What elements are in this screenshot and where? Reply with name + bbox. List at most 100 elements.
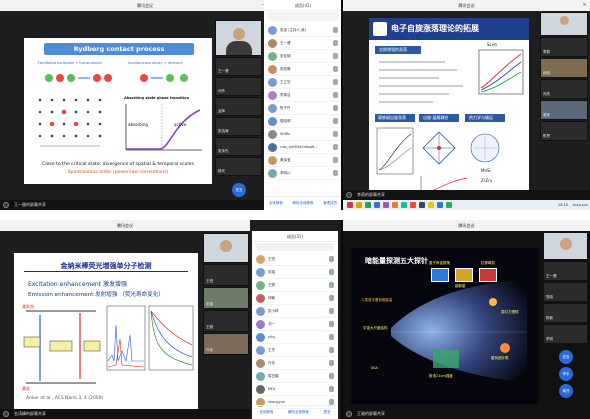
slide-title: Rydberg contact process bbox=[73, 45, 165, 53]
taskbar-app-icon[interactable] bbox=[410, 202, 416, 208]
label-absorbing: absorbing bbox=[128, 122, 148, 127]
slide-logo-icon bbox=[373, 22, 387, 36]
participant-row[interactable]: 李清洁 bbox=[264, 89, 342, 102]
participant-row[interactable]: 许伟 bbox=[252, 357, 338, 370]
participant-row[interactable]: 王一健 bbox=[264, 37, 342, 50]
taskbar: 15:10 2022/1/20 bbox=[343, 200, 590, 210]
participant-row[interactable]: 李明川 bbox=[264, 167, 342, 180]
video-tile-presenter[interactable] bbox=[543, 232, 588, 260]
participant-row[interactable]: rust_xjzf00d5dkaa8... bbox=[264, 141, 342, 154]
leave-button[interactable]: 离开 bbox=[559, 384, 573, 398]
video-tile[interactable]: 陈新 bbox=[543, 303, 588, 323]
mute-all-button[interactable]: 全体静音 bbox=[259, 410, 273, 415]
participant-row[interactable]: 黄泽宝 bbox=[264, 154, 342, 167]
mic-icon bbox=[329, 269, 334, 275]
participant-row[interactable]: yihy bbox=[252, 331, 338, 344]
video-tile[interactable]: 张洁涛 bbox=[215, 117, 262, 136]
shared-slide: Rydberg contact process Facilitated exci… bbox=[24, 38, 212, 184]
taskbar-app-icon[interactable] bbox=[401, 202, 407, 208]
avatar bbox=[256, 346, 265, 355]
taskbar-date: 2022/1/20 bbox=[572, 203, 588, 207]
video-tile[interactable]: 刘杰 bbox=[540, 79, 588, 99]
taskbar-app-icon[interactable] bbox=[365, 202, 371, 208]
video-tile[interactable]: 闫卉 bbox=[215, 77, 262, 96]
raise-hand-button[interactable]: 举手 bbox=[559, 367, 573, 381]
manage-members-button[interactable]: 管理成员 bbox=[323, 201, 337, 206]
search-input[interactable] bbox=[268, 12, 338, 21]
more-button[interactable]: 更多 bbox=[324, 410, 331, 415]
close-icon[interactable]: × bbox=[579, 0, 590, 11]
participant-row[interactable]: 王丽 bbox=[252, 279, 338, 292]
participant-row[interactable]: 王立华 bbox=[264, 76, 342, 89]
participant-row[interactable]: 张蓓 bbox=[252, 266, 338, 279]
participant-row[interactable]: 王悦 bbox=[252, 253, 338, 266]
video-tile[interactable]: 孟辉 bbox=[215, 97, 262, 116]
mic-icon bbox=[333, 170, 338, 176]
participant-row[interactable]: 王杰 bbox=[252, 344, 338, 357]
taskbar-app-icon[interactable] bbox=[392, 202, 398, 208]
video-tile[interactable]: 王悦 bbox=[203, 264, 249, 286]
video-column: 王一健 闫卉 孟辉 张洁涛 张永先 杨光 发言 bbox=[215, 20, 262, 210]
taskbar-app-icon[interactable] bbox=[437, 202, 443, 208]
video-tile[interactable]: 李锐 bbox=[543, 324, 588, 344]
video-tile[interactable]: 王丽 bbox=[203, 310, 249, 332]
participant-row[interactable]: 侯晓明 bbox=[264, 115, 342, 128]
mic-icon bbox=[329, 256, 334, 262]
participant-row[interactable]: 刘一 bbox=[252, 318, 338, 331]
record-icon bbox=[346, 411, 352, 417]
participant-row[interactable]: SHIRu bbox=[264, 128, 342, 141]
participant-row[interactable]: 周白鹤 bbox=[252, 370, 338, 383]
search-input[interactable] bbox=[256, 243, 334, 251]
slide-title: 金纳米棒荧光增强单分子检测 bbox=[60, 262, 152, 270]
compound-label: Sc₃In bbox=[487, 42, 498, 47]
taskbar-app-icon[interactable] bbox=[446, 202, 452, 208]
video-tile[interactable]: 孙晓 bbox=[540, 58, 588, 78]
avatar bbox=[268, 104, 277, 113]
mic-icon bbox=[329, 282, 334, 288]
video-tile[interactable]: 张蓓 bbox=[203, 287, 249, 309]
video-tile-presenter[interactable] bbox=[203, 233, 249, 263]
speak-button[interactable]: 发言 bbox=[232, 183, 246, 197]
participant-row[interactable]: NEX bbox=[252, 383, 338, 396]
video-tile[interactable]: 张永先 bbox=[215, 137, 262, 156]
mute-all-button[interactable]: 全体静音 bbox=[269, 201, 283, 206]
mic-icon bbox=[333, 53, 338, 59]
avatar bbox=[256, 268, 265, 277]
video-tile-presenter[interactable] bbox=[540, 12, 588, 36]
video-tile[interactable]: 王一健 bbox=[215, 57, 262, 76]
mic-icon bbox=[333, 157, 338, 163]
participant-row[interactable]: 陈子丹 bbox=[264, 102, 342, 115]
taskbar-app-icon[interactable] bbox=[428, 202, 434, 208]
probe-label-8: 宇宙大尺度结构 bbox=[363, 326, 388, 330]
video-tile[interactable]: 王一健 bbox=[543, 261, 588, 281]
susceptibility-plot bbox=[478, 49, 524, 95]
taskbar-app-icon[interactable] bbox=[419, 202, 425, 208]
video-tile[interactable]: 张晓 bbox=[543, 282, 588, 302]
mic-icon bbox=[329, 295, 334, 301]
shared-slide: 暗能量探测五大探针 重子声波振荡 超新星 红移畸变 弱引力透镜 星系团计数 射电… bbox=[351, 248, 539, 404]
video-tile-presenter[interactable] bbox=[215, 20, 262, 56]
speak-button[interactable]: 发言 bbox=[559, 350, 573, 364]
video-tile[interactable]: 谢宝 bbox=[540, 100, 588, 120]
unmute-all-button[interactable]: 解除全体静音 bbox=[292, 201, 313, 206]
unmute-all-button[interactable]: 解除全体静音 bbox=[288, 410, 309, 415]
taskbar-app-icon[interactable] bbox=[383, 202, 389, 208]
taskbar-app-icon[interactable] bbox=[347, 202, 353, 208]
participant-row[interactable]: 张小林 bbox=[252, 305, 338, 318]
participant-row[interactable]: 张若琳 bbox=[264, 63, 342, 76]
video-tile[interactable]: 杨光 bbox=[215, 157, 262, 176]
meeting-window-bottom-left: 腾讯会议 金纳米棒荧光增强单分子检测 Excitation enhancemen… bbox=[0, 220, 340, 419]
mic-icon bbox=[333, 92, 338, 98]
avatar bbox=[256, 307, 265, 316]
video-tile[interactable]: 陈思 bbox=[540, 121, 588, 141]
participant-row[interactable]: 张浩 (主持人,我) bbox=[264, 24, 342, 37]
slide-subcaption: Spontaneous order (power-law correlation… bbox=[67, 170, 169, 175]
meeting-window-top-left: 腾讯会议 – □ × Rydberg contact process Facil… bbox=[0, 0, 290, 210]
participant-row[interactable]: 张佳琦 bbox=[264, 50, 342, 63]
taskbar-app-icon[interactable] bbox=[374, 202, 380, 208]
video-tile[interactable]: 李燕 bbox=[540, 37, 588, 57]
taskbar-app-icon[interactable] bbox=[356, 202, 362, 208]
participant-row[interactable]: 林敏 bbox=[252, 292, 338, 305]
video-tile[interactable]: 许伟 bbox=[203, 333, 249, 355]
label-ground-state: 基态 bbox=[22, 386, 30, 391]
